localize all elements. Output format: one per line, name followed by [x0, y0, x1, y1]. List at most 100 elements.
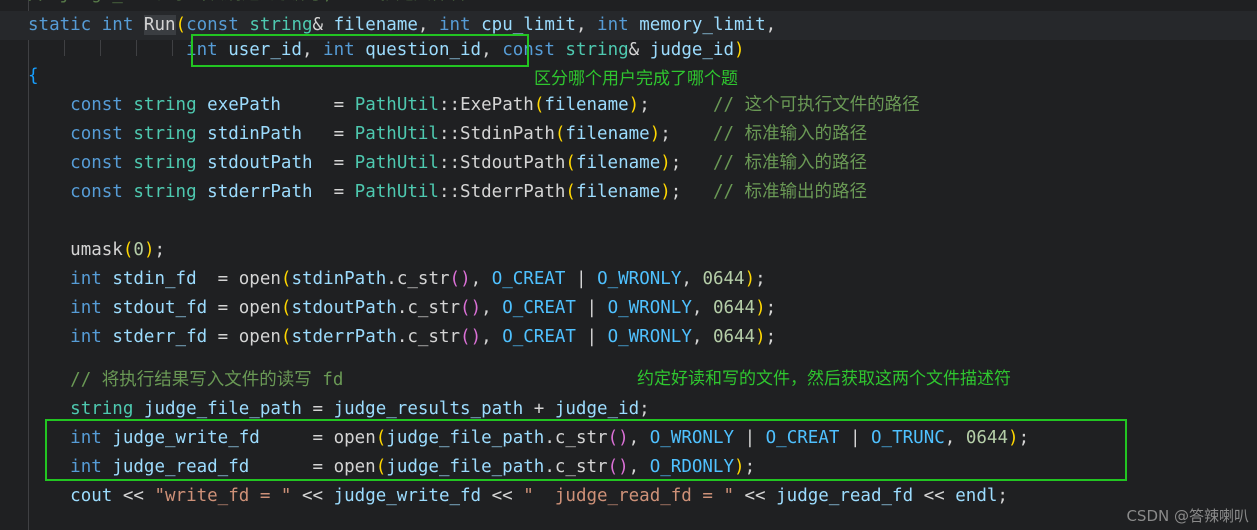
token-type-string-7: string [70, 399, 134, 419]
token-fn-cstr-2: c_str [407, 298, 461, 318]
token-keyword-int-3: int [597, 15, 629, 35]
token-fn-open-4: open [333, 428, 376, 448]
token-class-pathutil-3: PathUtil [354, 153, 439, 173]
token-class-pathutil-2: PathUtil [354, 124, 439, 144]
token-keyword-static: static [28, 15, 92, 35]
code-line-cout[interactable]: cout << "write_fd = " << judge_write_fd … [0, 482, 1257, 511]
token-fn-umask: umask [70, 240, 123, 260]
token-id-question-id: question_id [365, 40, 482, 60]
code-line-partial-top[interactable]: // judge_id 表示当次刷题 的编号, 已经就是文件名 [0, 0, 1257, 11]
token-id-filename-2: filename [544, 95, 629, 115]
code-line-stdin-fd[interactable]: int stdin_fd = open(stdinPath.c_str(), O… [0, 265, 1257, 294]
token-id-judge-file-path-3: judge_file_path [386, 457, 545, 477]
token-id-filename-3: filename [565, 124, 650, 144]
token-keyword-const-2: const [502, 40, 555, 60]
token-id-stdin-fd: stdin_fd [112, 269, 197, 289]
comment-stdin-path: // 标准输入的路径 [712, 124, 868, 144]
token-id-stdinpath: stdinPath [207, 124, 302, 144]
token-macro-o-creat-2: O_CREAT [502, 298, 576, 318]
token-macro-o-trunc: O_TRUNC [871, 428, 945, 448]
code-line-stderrpath[interactable]: const string stderrPath = PathUtil::Stde… [0, 178, 1257, 207]
token-keyword-int-4: int [186, 40, 218, 60]
token-function-run[interactable]: Run [143, 15, 176, 35]
code-line-stdinpath[interactable]: const string stdinPath = PathUtil::Stdin… [0, 120, 1257, 149]
token-id-judge-read-fd: judge_read_fd [112, 457, 250, 477]
token-keyword-const-6: const [70, 182, 123, 202]
annotation-note-users: 区分哪个用户完成了哪个题 [534, 69, 738, 89]
token-fn-exepath: ExePath [460, 95, 534, 115]
token-keyword-const-5: const [70, 153, 123, 173]
token-id-stderrpath-2: stderrPath [291, 327, 397, 347]
token-keyword-int-8: int [70, 327, 102, 347]
token-fn-cstr-4: c_str [554, 428, 608, 448]
token-id-stdinpath-2: stdinPath [291, 269, 387, 289]
token-id-judge-file-path: judge_file_path [143, 399, 302, 419]
token-fn-cstr-5: c_str [554, 457, 608, 477]
token-macro-o-creat-3: O_CREAT [502, 327, 576, 347]
token-keyword-const-3: const [70, 95, 123, 115]
code-line-judge-write-fd[interactable]: int judge_write_fd = open(judge_file_pat… [0, 424, 1257, 453]
code-line-stderr-fd[interactable]: int stderr_fd = open(stderrPath.c_str(),… [0, 323, 1257, 352]
token-id-stdoutpath-2: stdoutPath [291, 298, 397, 318]
code-line-stdout-fd[interactable]: int stdout_fd = open(stdoutPath.c_str(),… [0, 294, 1257, 323]
token-keyword-const: const [186, 15, 239, 35]
token-str-write-fd: "write_fd = " [154, 486, 292, 506]
token-macro-o-rdonly: O_RDONLY [649, 457, 735, 477]
code-line-comment-fd[interactable]: // 将执行结果写入文件的读写 fd [0, 366, 1257, 395]
comment-write-result-fd: // 将执行结果写入文件的读写 fd [70, 370, 344, 390]
token-keyword-int-7: int [70, 298, 102, 318]
token-macro-o-wronly-3: O_WRONLY [607, 327, 692, 347]
token-keyword-int: int [101, 15, 134, 35]
token-id-cpu-limit: cpu_limit [481, 15, 576, 35]
token-num-0644-3: 0644 [712, 327, 756, 347]
comment-judge-id: // judge_id 表示当次刷题 的编号, 已经就是文件名 [28, 0, 466, 4]
token-class-pathutil-4: PathUtil [354, 182, 439, 202]
token-num-zero: 0 [133, 240, 144, 260]
token-id-exepath: exePath [207, 95, 281, 115]
token-fn-cstr-3: c_str [407, 327, 461, 347]
token-id-stdoutpath: stdoutPath [207, 153, 313, 173]
token-id-user-id: user_id [228, 40, 302, 60]
token-id-judge-results-path: judge_results_path [333, 399, 524, 419]
token-id-memory-limit: memory_limit [639, 15, 766, 35]
token-id-cout: cout [70, 486, 113, 506]
token-id-filename: filename [333, 15, 418, 35]
token-id-endl: endl [955, 486, 998, 506]
annotation-note-fds: 约定好读和写的文件，然后获取这两个文件描述符 [637, 369, 1011, 389]
token-id-judge-id: judge_id [649, 40, 735, 60]
token-type-string-5: string [133, 153, 197, 173]
token-id-judge-id-2: judge_id [554, 399, 640, 419]
comment-exe-path: // 这个可执行文件的路径 [712, 95, 920, 115]
code-line-signature-cont[interactable]: int user_id, int question_id, const stri… [0, 36, 1257, 65]
token-keyword-const-4: const [70, 124, 123, 144]
token-fn-open: open [238, 269, 281, 289]
token-id-judge-file-path-2: judge_file_path [386, 428, 545, 448]
code-line-umask[interactable]: umask(0); [0, 236, 1257, 265]
token-id-filename-5: filename [575, 182, 661, 202]
token-keyword-int-10: int [70, 457, 102, 477]
token-id-stderrpath: stderrPath [207, 182, 313, 202]
code-line-exepath[interactable]: const string exePath = PathUtil::ExePath… [0, 91, 1257, 120]
token-fn-stderrpath: StderrPath [460, 182, 566, 202]
code-line-judge-file-path[interactable]: string judge_file_path = judge_results_p… [0, 395, 1257, 424]
token-macro-o-wronly-2: O_WRONLY [607, 298, 692, 318]
token-macro-o-creat: O_CREAT [491, 269, 566, 289]
token-id-stdout-fd: stdout_fd [112, 298, 208, 318]
token-keyword-int-2: int [438, 15, 471, 35]
token-fn-stdoutpath: StdoutPath [460, 153, 566, 173]
code-line-stdoutpath[interactable]: const string stdoutPath = PathUtil::Stdo… [0, 149, 1257, 178]
code-line-judge-read-fd[interactable]: int judge_read_fd = open(judge_file_path… [0, 453, 1257, 482]
code-editor[interactable]: // judge_id 表示当次刷题 的编号, 已经就是文件名 static i… [0, 0, 1257, 530]
token-id-filename-4: filename [575, 153, 661, 173]
token-id-stderr-fd: stderr_fd [112, 327, 208, 347]
token-fn-open-5: open [333, 457, 376, 477]
token-type-string-3: string [133, 95, 197, 115]
comment-stdin-path-2: // 标准输入的路径 [712, 153, 868, 173]
token-keyword-int-9: int [70, 428, 102, 448]
token-id-judge-write-fd: judge_write_fd [112, 428, 260, 448]
csdn-watermark: CSDN @答辣喇叭 [1126, 507, 1249, 525]
token-num-0644-2: 0644 [712, 298, 756, 318]
token-id-judge-read-fd-2: judge_read_fd [776, 486, 914, 506]
token-keyword-int-5: int [323, 40, 355, 60]
token-str-judge-read-fd: " judge_read_fd = " [523, 486, 734, 506]
